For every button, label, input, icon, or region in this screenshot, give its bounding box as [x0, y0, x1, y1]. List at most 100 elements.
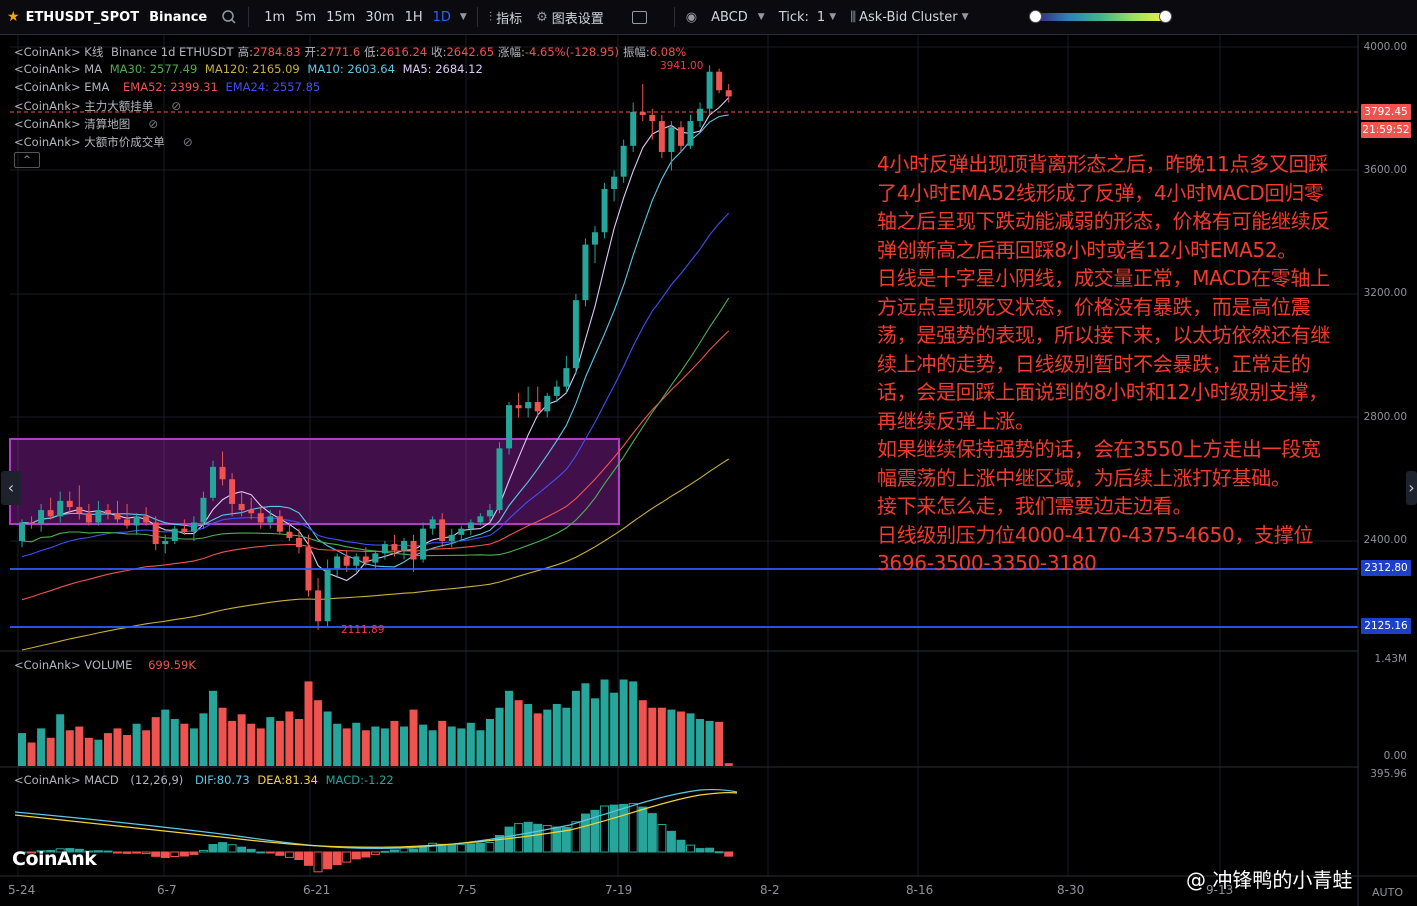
volume-bar — [696, 719, 705, 766]
x-tick: 6-21 — [303, 883, 331, 897]
macd-bar — [151, 851, 161, 857]
kline-label: <CoinAnk> K线 — [14, 45, 104, 59]
coinank-logo: CoinAnk — [12, 848, 97, 870]
volume-bar — [438, 720, 447, 766]
macd-bar — [351, 851, 361, 860]
candle-body — [267, 516, 274, 523]
macd-bar — [141, 851, 151, 855]
eye-off-icon[interactable]: ⊘ — [148, 117, 158, 131]
volume-bar — [610, 692, 619, 766]
candle-body — [162, 541, 169, 545]
volume-bar — [619, 679, 628, 766]
candle-body — [429, 519, 436, 529]
candle-body — [76, 507, 83, 514]
volume-bar — [256, 728, 265, 766]
volume-bar — [447, 726, 456, 766]
macd-bar — [284, 851, 294, 858]
macd-bar — [122, 851, 132, 854]
open-label: 开: — [304, 45, 320, 59]
macd-bar — [676, 839, 686, 853]
candle-body — [506, 405, 513, 449]
big-orders-label: <CoinAnk> 主力大额挂单 — [14, 99, 154, 113]
macd-bar — [361, 851, 371, 858]
candle-body — [391, 544, 398, 551]
macd-bar — [170, 851, 180, 858]
macd-bar — [294, 851, 304, 860]
candle-body — [353, 556, 360, 566]
big-orders-legend: <CoinAnk> 主力大额挂单 ⊘ — [14, 98, 185, 114]
volume-bar — [94, 739, 103, 766]
volume-bar — [390, 720, 399, 766]
volume-bar — [581, 683, 590, 766]
eye-off-icon[interactable]: ⊘ — [183, 135, 193, 149]
low-value: 2616.24 — [379, 45, 428, 59]
volume-bar — [715, 721, 724, 766]
volume-bar — [170, 719, 179, 766]
candle-body — [477, 516, 484, 523]
candle-body — [181, 528, 188, 532]
volume-bar — [543, 709, 552, 766]
x-tick: 8-30 — [1057, 883, 1085, 897]
macd-bar — [447, 844, 457, 853]
x-tick: 6-7 — [157, 883, 177, 897]
macd-bar — [428, 842, 438, 853]
candle-body — [190, 522, 197, 532]
candle-body — [658, 121, 665, 152]
macd-bar — [647, 813, 657, 853]
line-price-tag-1: 2312.80 — [1361, 560, 1411, 576]
ema-legend: <CoinAnk> EMA EMA52: 2399.31 EMA24: 2557… — [14, 80, 324, 94]
candle-body — [563, 368, 570, 387]
macd-bar — [533, 823, 543, 853]
candle-body — [133, 516, 140, 526]
volume-label: <CoinAnk> VOLUME — [14, 658, 133, 672]
close-label: 收: — [431, 45, 447, 59]
candle-body — [525, 402, 532, 409]
macd-bar — [113, 851, 122, 854]
y-tick: 2800.00 — [1363, 411, 1407, 423]
ma-legend: <CoinAnk> MA MA30: 2577.49 MA120: 2165.0… — [14, 62, 487, 76]
candle-body — [85, 513, 92, 523]
macd-bar — [265, 851, 275, 854]
macd-bar — [132, 851, 142, 854]
watermark: @ 冲锋鸭的小青蛙 — [1186, 868, 1353, 892]
eye-off-icon[interactable]: ⊘ — [171, 99, 181, 113]
high-label: 高: — [237, 45, 253, 59]
macd-label: <CoinAnk> MACD — [14, 773, 119, 787]
macd-bar — [485, 841, 495, 853]
macd-bar — [389, 849, 399, 853]
candle-body — [229, 479, 236, 504]
collapse-legend-button[interactable]: ^ — [14, 152, 40, 168]
volume-bar — [361, 730, 370, 766]
macd-bar — [380, 850, 390, 853]
kline-legend: <CoinAnk> K线 Binance 1d ETHUSDT 高:2784.83… — [14, 44, 690, 60]
x-tick: 8-2 — [760, 883, 780, 897]
candle-body — [592, 232, 598, 245]
scroll-left-button[interactable]: ‹ — [1, 471, 21, 505]
high-marker: 3941.00 — [660, 60, 704, 72]
candle-body — [276, 516, 283, 532]
volume-value: 699.59K — [148, 658, 196, 672]
volume-bar — [46, 737, 55, 766]
volume-bar — [686, 713, 695, 766]
macd-bar — [313, 851, 323, 873]
high-value: 2784.83 — [252, 45, 301, 59]
volume-bar — [75, 726, 84, 766]
scroll-right-button[interactable]: › — [1406, 471, 1417, 505]
volume-bars — [18, 679, 733, 766]
volume-bar — [648, 707, 657, 766]
volume-bar — [342, 728, 351, 766]
candle-body — [496, 448, 503, 511]
liquidation-label: <CoinAnk> 清算地图 — [14, 117, 131, 131]
volume-top-tick: 1.43M — [1374, 653, 1407, 665]
change-value: -4.65%(-128.95) — [524, 45, 619, 59]
candle-body — [467, 522, 474, 529]
candle-body — [343, 556, 350, 566]
macd-bar — [227, 844, 237, 853]
candle-body — [706, 71, 713, 109]
volume-bar — [266, 717, 275, 766]
auto-scale-button[interactable]: AUTO — [1372, 886, 1403, 899]
volume-bar — [400, 726, 408, 766]
macd-bar — [246, 848, 256, 853]
macd-bar — [237, 846, 247, 853]
volume-bar — [65, 730, 74, 766]
